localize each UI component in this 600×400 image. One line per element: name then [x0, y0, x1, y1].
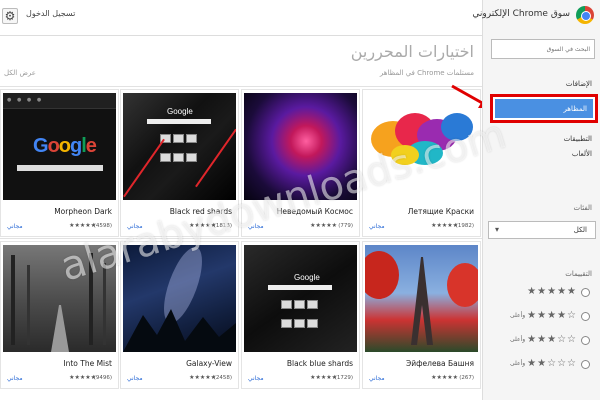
forest-art	[11, 253, 106, 352]
theme-card-black-blue-shards[interactable]: Google Black blue shards ★★★★★ (1729) مج…	[241, 241, 360, 389]
star-rating: ★★★☆☆	[527, 334, 577, 345]
price-label: مجاني	[127, 375, 143, 382]
search-box	[147, 119, 211, 124]
star-rating: ★★★★★	[310, 374, 337, 381]
radio-button[interactable]	[581, 360, 590, 369]
chrome-logo-icon	[576, 6, 594, 24]
theme-name: Летящие Краски	[407, 207, 474, 216]
signin-link[interactable]: تسجيل الدخول	[26, 9, 75, 18]
red-shard	[195, 128, 236, 188]
rating-count: (1982)	[455, 223, 474, 229]
rating-suffix: وأعلى	[510, 336, 526, 343]
price-label: مجاني	[369, 223, 385, 230]
rating-suffix: وأعلى	[510, 312, 526, 319]
star-rating: ★★★★★	[310, 222, 337, 229]
gear-icon[interactable]: ⚙	[2, 8, 18, 24]
rating-count: (1813)	[213, 223, 232, 229]
rating-count: (2458)	[213, 375, 232, 381]
rating-suffix: وأعلى	[510, 360, 526, 367]
rating-filter-2[interactable]: ★★☆☆☆ وأعلى	[488, 358, 598, 372]
theme-thumbnail	[365, 245, 478, 352]
rating-filter-3[interactable]: ★★★☆☆ وأعلى	[488, 334, 598, 348]
theme-thumbnail: ● ● ● ● Google	[3, 93, 116, 200]
theme-card-galaxy-view[interactable]: Galaxy-View ★★★★★ (2458) مجاني	[120, 241, 239, 389]
star-rating: ★★★★★	[431, 374, 458, 381]
ratings-label: التقييمات	[565, 270, 592, 278]
rating-count: (267)	[459, 375, 474, 381]
search-input[interactable]	[491, 39, 595, 59]
star-rating: ★★★★☆	[527, 310, 577, 321]
theme-thumbnail	[244, 93, 357, 200]
theme-card-into-the-mist[interactable]: Into The Mist ★★★★★ (9496) مجاني	[0, 241, 119, 389]
sidebar-item-games[interactable]: الألعاب	[572, 150, 592, 158]
theme-name: Black red shards	[169, 207, 232, 216]
category-select[interactable]: الكل ▾	[488, 221, 596, 239]
star-rating: ★★★★★	[189, 222, 216, 229]
theme-card-eiffel-tower[interactable]: Эйфелева Башня ★★★★★ (267) مجاني	[362, 241, 481, 389]
price-label: مجاني	[7, 223, 23, 230]
theme-name: Black blue shards	[286, 359, 353, 368]
thumbnail-tiles	[280, 295, 320, 333]
star-rating: ★★★★★	[189, 374, 216, 381]
price-label: مجاني	[369, 375, 385, 382]
search-box	[268, 285, 332, 290]
sidebar-item-apps[interactable]: التطبيقات	[564, 135, 592, 143]
rating-count: (9496)	[93, 375, 112, 381]
theme-name: Эйфелева Башня	[406, 359, 474, 368]
rating-count: (779)	[338, 223, 353, 229]
red-shard	[123, 138, 165, 198]
view-all-link[interactable]: عرض الكل	[4, 69, 36, 77]
top-bar: ⚙ تسجيل الدخول	[0, 0, 482, 36]
theme-thumbnail	[3, 245, 116, 352]
theme-name: Неведомый Космос	[276, 207, 353, 216]
search-box	[17, 165, 103, 171]
eiffel-tower-art	[365, 251, 478, 345]
radio-button[interactable]	[581, 336, 590, 345]
store-title: سوق Chrome الإلكتروني	[472, 9, 570, 19]
rating-count: (4598)	[93, 223, 112, 229]
rating-count: (1729)	[334, 375, 353, 381]
theme-name: Into The Mist	[63, 359, 112, 368]
price-label: مجاني	[248, 223, 264, 230]
tab-dots: ● ● ● ●	[7, 97, 44, 103]
google-logo: Google	[294, 273, 320, 282]
price-label: مجاني	[248, 375, 264, 382]
browser-bar: ● ● ● ●	[3, 93, 116, 109]
radio-button[interactable]	[581, 312, 590, 321]
category-value: الكل	[573, 226, 587, 234]
theme-name: Galaxy-View	[186, 359, 232, 368]
caret-down-icon: ▾	[495, 225, 500, 234]
star-rating: ★★★★★	[527, 286, 577, 297]
star-rating: ★★☆☆☆	[527, 358, 577, 369]
sidebar-item-themes[interactable]: المظاهر	[490, 94, 598, 123]
rating-filter-5[interactable]: ★★★★★	[488, 286, 598, 300]
rating-filter-4[interactable]: ★★★★☆ وأعلى	[488, 310, 598, 324]
categories-label: الفئات	[573, 204, 592, 212]
theme-thumbnail: Google	[244, 245, 357, 352]
theme-card-space[interactable]: Неведомый Космос ★★★★★ (779) مجاني	[241, 89, 360, 237]
radio-button[interactable]	[581, 288, 590, 297]
price-label: مجاني	[7, 375, 23, 382]
thumbnail-tiles	[159, 129, 199, 167]
divider	[0, 86, 482, 87]
star-rating: ★★★★★	[69, 374, 96, 381]
google-logo: Google	[167, 107, 193, 116]
theme-thumbnail	[123, 245, 236, 352]
star-rating: ★★★★★	[431, 222, 458, 229]
theme-card-black-red-shards[interactable]: Google Black red shards ★★★★★ (1813) مجا…	[120, 89, 239, 237]
galaxy-art	[123, 247, 236, 352]
theme-thumbnail: Google	[123, 93, 236, 200]
sidebar-item-extensions[interactable]: الإضافات	[566, 80, 592, 88]
google-logo: Google	[33, 135, 97, 157]
page-title: اختيارات المحررين	[350, 42, 474, 61]
theme-name: Morpheon Dark	[54, 207, 112, 216]
theme-card-morpheon-dark[interactable]: ● ● ● ● Google Morpheon Dark ★★★★★ (4598…	[0, 89, 119, 237]
price-label: مجاني	[127, 223, 143, 230]
star-rating: ★★★★★	[69, 222, 96, 229]
sidebar-item-label: المظاهر	[495, 99, 593, 118]
divider	[0, 238, 482, 239]
page-subtitle: مستلمات Chrome في المظاهر	[379, 69, 474, 77]
